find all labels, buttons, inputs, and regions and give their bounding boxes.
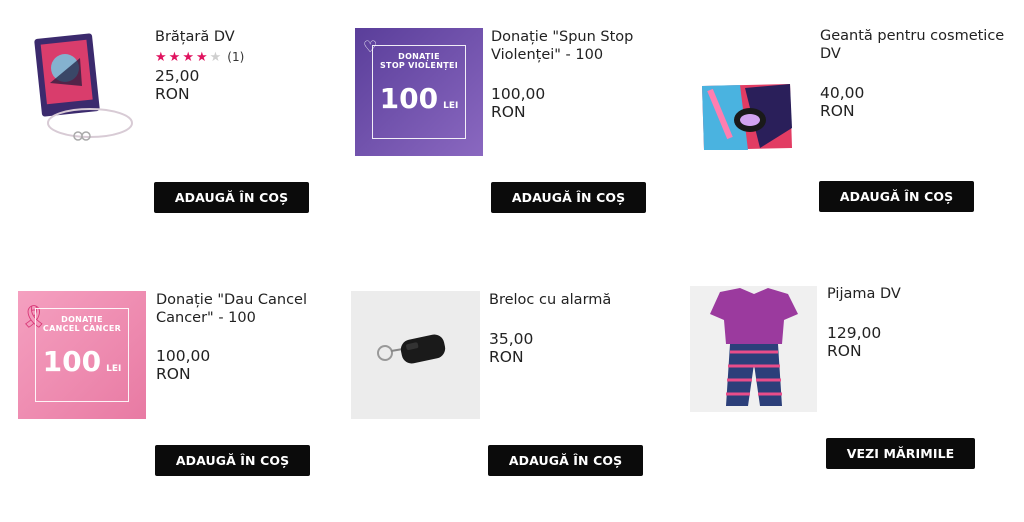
product-price: 25,00 RON bbox=[155, 67, 200, 103]
product-price: 40,00 RON bbox=[820, 84, 865, 120]
view-sizes-button[interactable]: VEZI MĂRIMILE bbox=[826, 438, 975, 469]
add-to-cart-button[interactable]: ADAUGĂ ÎN COȘ bbox=[819, 181, 974, 212]
product-price: 129,00 RON bbox=[827, 324, 882, 360]
donation-cause: STOP VIOLENȚEI bbox=[380, 61, 458, 70]
rating-count[interactable]: (1) bbox=[227, 50, 244, 64]
donation-frame: ♡ DONAȚIE STOP VIOLENȚEI 100 LEI bbox=[363, 37, 466, 139]
product-image-geanta[interactable] bbox=[690, 28, 810, 156]
donation-frame: DONAȚIE CANCEL CANCER 100 LEI bbox=[35, 308, 129, 402]
star-empty-icon: ★ bbox=[209, 49, 222, 65]
product-image-bratara[interactable] bbox=[20, 28, 146, 154]
product-price: 100,00 RON bbox=[491, 85, 546, 121]
product-image-pijama[interactable] bbox=[690, 286, 817, 412]
product-image-breloc[interactable] bbox=[351, 291, 480, 419]
product-title[interactable]: Donație "Spun Stop Violenței" - 100 bbox=[491, 28, 661, 64]
star-icon: ★ bbox=[195, 49, 208, 65]
donation-label: DONAȚIE bbox=[61, 315, 103, 324]
product-title[interactable]: Pijama DV bbox=[827, 285, 997, 303]
product-price: 35,00 RON bbox=[489, 330, 534, 366]
donation-amount: 100 bbox=[42, 345, 102, 378]
star-icon: ★ bbox=[182, 49, 194, 65]
add-to-cart-button[interactable]: ADAUGĂ ÎN COȘ bbox=[488, 445, 643, 476]
product-price: 100,00 RON bbox=[156, 347, 211, 383]
star-icon: ★ bbox=[155, 49, 167, 65]
star-icon: ★ bbox=[168, 49, 181, 65]
product-image-donatie-violenta[interactable]: ♡ DONAȚIE STOP VIOLENȚEI 100 LEI bbox=[355, 28, 483, 156]
product-title[interactable]: Brățară DV bbox=[155, 28, 315, 46]
donation-amount: 100 bbox=[379, 82, 439, 115]
add-to-cart-button[interactable]: ADAUGĂ ÎN COȘ bbox=[491, 182, 646, 213]
donation-unit: LEI bbox=[106, 364, 122, 374]
product-title[interactable]: Donație "Dau Cancel Cancer" - 100 bbox=[156, 291, 326, 327]
donation-amount-wrap: 100 LEI bbox=[36, 345, 128, 378]
product-title[interactable]: Breloc cu alarmă bbox=[489, 291, 659, 309]
product-title[interactable]: Geantă pentru cosmetice DV bbox=[820, 27, 1010, 63]
donation-label: DONAȚIE bbox=[398, 52, 440, 61]
product-rating: ★ ★ ★ ★ ★ (1) bbox=[155, 50, 244, 64]
donation-unit: LEI bbox=[443, 101, 459, 111]
donation-amount-wrap: 100 LEI bbox=[373, 82, 465, 115]
donation-cause: CANCEL CANCER bbox=[42, 324, 122, 333]
product-image-donatie-cancer[interactable]: 🎗 DONAȚIE CANCEL CANCER 100 LEI bbox=[18, 291, 146, 419]
add-to-cart-button[interactable]: ADAUGĂ ÎN COȘ bbox=[155, 445, 310, 476]
heart-icon: ♡ bbox=[363, 37, 378, 56]
add-to-cart-button[interactable]: ADAUGĂ ÎN COȘ bbox=[154, 182, 309, 213]
